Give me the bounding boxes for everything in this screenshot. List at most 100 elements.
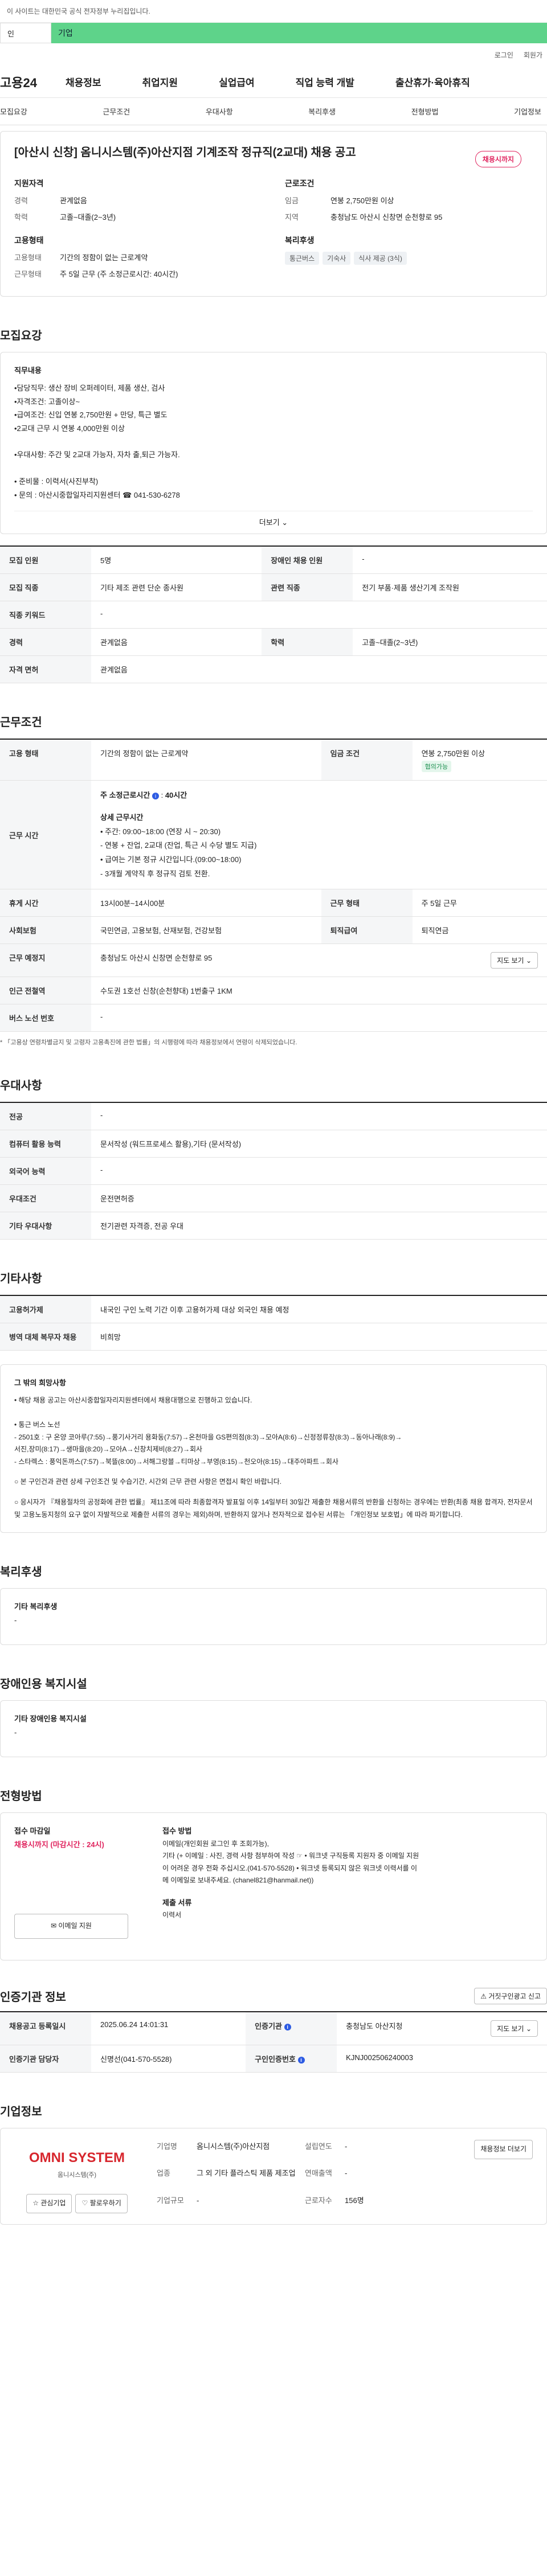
more-jobs-button[interactable]: 채용정보 더보기 [474, 2140, 533, 2159]
chevron-down-icon: ⌄ [525, 957, 532, 965]
menu-leave[interactable]: 출산휴가·육아휴직 [395, 75, 470, 89]
menu-jobs[interactable]: 채용정보 [66, 75, 101, 89]
cell-head: 인근 전철역 [0, 977, 91, 1005]
more-toggle[interactable]: 더보기 ⌄ [14, 510, 533, 529]
cell-head: 연매출액 [305, 2169, 332, 2178]
report-button[interactable]: ⚠ 거짓구인광고 신고 [474, 1988, 547, 2005]
tab-company[interactable]: 기업 [51, 23, 547, 43]
welfare-section-heading: 복리후생 [0, 1566, 42, 1579]
map-button[interactable]: 지도 보기 ⌄ [491, 952, 538, 969]
cell-head: 장애인 채용 인원 [262, 546, 353, 575]
welfare-chip: 기숙사 [323, 252, 351, 265]
cell-value: 관계없음 [91, 655, 547, 684]
cell-head: 근로자수 [305, 2196, 332, 2205]
cell-head: 퇴직급여 [321, 916, 413, 945]
fav-company-button[interactable]: ☆ 관심기업 [26, 2194, 72, 2213]
cell-value: 수도권 1호선 신창(순천향대) 1번출구 1KM [91, 977, 547, 1005]
util-nav: 로그인 회원가 [0, 43, 547, 66]
cell-head: 인증기관 담당자 [0, 2045, 91, 2073]
table-row: 외국어 능력 - [0, 1157, 547, 1186]
menu-unemployment[interactable]: 실업급여 [219, 75, 255, 89]
cell-value: - [345, 2169, 348, 2178]
cell-head: 채용공고 등록일시 [0, 2012, 91, 2046]
cell-head: 직종 키워드 [0, 601, 91, 629]
cell-head: 모집 직종 [0, 573, 91, 602]
apply-box: 접수 마감일 채용시까지 (마감시간 : 24시) ✉ 이메일 지원 접수 방법… [0, 1812, 547, 1961]
login-link[interactable]: 로그인 [495, 50, 513, 60]
nav-recruit[interactable]: 모집요강 [0, 106, 27, 117]
docs-title: 제출 서류 [162, 1898, 192, 1907]
cell-head: 인증기관 i [246, 2012, 337, 2046]
table-row: 사회보험 국민연금, 고용보험, 산재보험, 건강보험 퇴직급여 퇴직연금 [0, 916, 547, 945]
worktype-value: 주 5일 근무 (주 소정근로시간: 40시간) [60, 270, 178, 278]
cell-value: 퇴직연금 [412, 916, 547, 945]
table-row: 버스 노선 번호 - [0, 1004, 547, 1032]
company-box: OMNI SYSTEM 옴니시스템(주) ☆ 관심기업 ♡ 팔로우하기 기업명 옴니… [0, 2128, 547, 2225]
career-label: 경력 [14, 196, 28, 205]
edu-label: 학력 [14, 213, 28, 221]
cell-value: - [91, 1102, 547, 1131]
nav-company[interactable]: 기업정보 [514, 106, 541, 117]
disab-heading: 장애인용 복지시설 [0, 1678, 87, 1691]
warning-icon: ⚠ [480, 1992, 487, 2001]
emp-heading: 고용형태 [14, 236, 44, 245]
table-row: 모집 인원 5명 장애인 채용 인원 - [0, 546, 547, 575]
cell-head: 학력 [262, 628, 353, 657]
cell-value: 연봉 2,750만원 이상 협의가능 [412, 739, 547, 781]
cell-value: 그 외 기타 플라스틱 제품 제조업 [197, 2169, 296, 2178]
loc-label: 지역 [285, 213, 299, 221]
cell-head: 근무 형태 [321, 889, 413, 917]
nav-pref[interactable]: 우대사항 [206, 106, 233, 117]
cell-value: 관계없음 [91, 628, 262, 657]
nav-welfare[interactable]: 복리후생 [308, 106, 336, 117]
info-icon: i [152, 792, 159, 799]
cell-value: 충청남도 아산지청 지도 보기 ⌄ [337, 2012, 547, 2046]
site-logo[interactable]: 고용24 [0, 73, 37, 91]
cell-value: 문서작성 (워드프로세스 활용),기타 (문서작성) [91, 1130, 547, 1158]
duty-title: 직무내용 [14, 366, 42, 375]
negotiable-tag: 협의가능 [421, 761, 452, 773]
table-row: 채용공고 등록일시 2025.06.24 14:01:31 인증기관 i 충청남도 아… [0, 2012, 547, 2046]
map-button[interactable]: 지도 보기 ⌄ [491, 2020, 538, 2037]
follow-button[interactable]: ♡ 팔로우하기 [75, 2194, 128, 2213]
career-value: 관계없음 [60, 196, 87, 205]
table-row: 인증기관 담당자 신명선(041-570-5528) 구인인증번호 i KJNJ002… [0, 2045, 547, 2073]
cell-value: 고졸~대졸(2~3년) [353, 628, 547, 657]
table-row: 고용 형태 기간의 정함이 없는 근로계약 임금 조건 연봉 2,750만원 이상 협의… [0, 739, 547, 781]
cell-head: 외국어 능력 [0, 1157, 91, 1186]
emptype-label: 고용형태 [14, 253, 42, 262]
signup-link[interactable]: 회원가 [524, 50, 542, 60]
menu-training[interactable]: 직업 능력 개발 [296, 75, 354, 89]
loc-value: 충청남도 아산시 신창면 순천향로 95 [330, 213, 443, 221]
chevron-down-icon: ⌄ [281, 518, 288, 527]
menu-employment-support[interactable]: 취업지원 [142, 75, 178, 89]
table-row: 근무 예정지 충청남도 아산시 신창면 순천향로 95 지도 보기 ⌄ [0, 944, 547, 978]
cell-value: 2025.06.24 14:01:31 [91, 2012, 246, 2046]
cell-value: KJNJ002506240003 [337, 2045, 547, 2073]
cell-value: - [353, 546, 547, 575]
edu-value: 고졸~대졸(2~3년) [60, 213, 116, 221]
cell-head: 기타 우대사항 [0, 1212, 91, 1240]
etc-table: 고용허가제 내국인 구인 노력 기간 이후 고용허가제 대상 외국인 채용 예정 … [0, 1295, 547, 1351]
method-title: 접수 방법 [162, 1827, 192, 1836]
email-apply-button[interactable]: ✉ 이메일 지원 [14, 1913, 128, 1939]
cell-head: 기업규모 [157, 2196, 184, 2205]
info-icon: i [284, 2023, 291, 2031]
cert-table: 채용공고 등록일시 2025.06.24 14:01:31 인증기관 i 충청남도 아… [0, 2011, 547, 2073]
table-row: 병역 대체 복무자 채용 비희망 [0, 1323, 547, 1351]
cell-head: 모집 인원 [0, 546, 91, 575]
welfare-heading: 복리후생 [285, 236, 315, 245]
tab-personal[interactable]: 인 [0, 23, 51, 43]
job-summary-card: [아산시 신창] 옴니시스템(주)아산지점 기계조작 정규직(2교대) 채용 공… [0, 131, 547, 297]
nav-work[interactable]: 근무조건 [103, 106, 130, 117]
method-value: 이메일(개인회원 로그인 후 조회가능), 기타 (+ 이메일 : 사진, 경력… [162, 1839, 419, 1885]
nav-apply[interactable]: 전형방법 [411, 106, 439, 117]
table-row: 기타 우대사항 전기관련 자격증, 전공 우대 [0, 1212, 547, 1240]
cell-value: 비희망 [91, 1323, 547, 1351]
cell-value: 기타 제조 관련 단순 종사원 [91, 573, 262, 602]
cell-value: 신명선(041-570-5528) [91, 2045, 246, 2073]
cell-value: 옴니시스템(주)아산지점 [197, 2142, 270, 2151]
welfare-chip: 식사 제공 (3식) [354, 252, 407, 265]
cell-value: 156명 [345, 2196, 364, 2205]
cell-value: 국민연금, 고용보험, 산재보험, 건강보험 [91, 916, 321, 945]
